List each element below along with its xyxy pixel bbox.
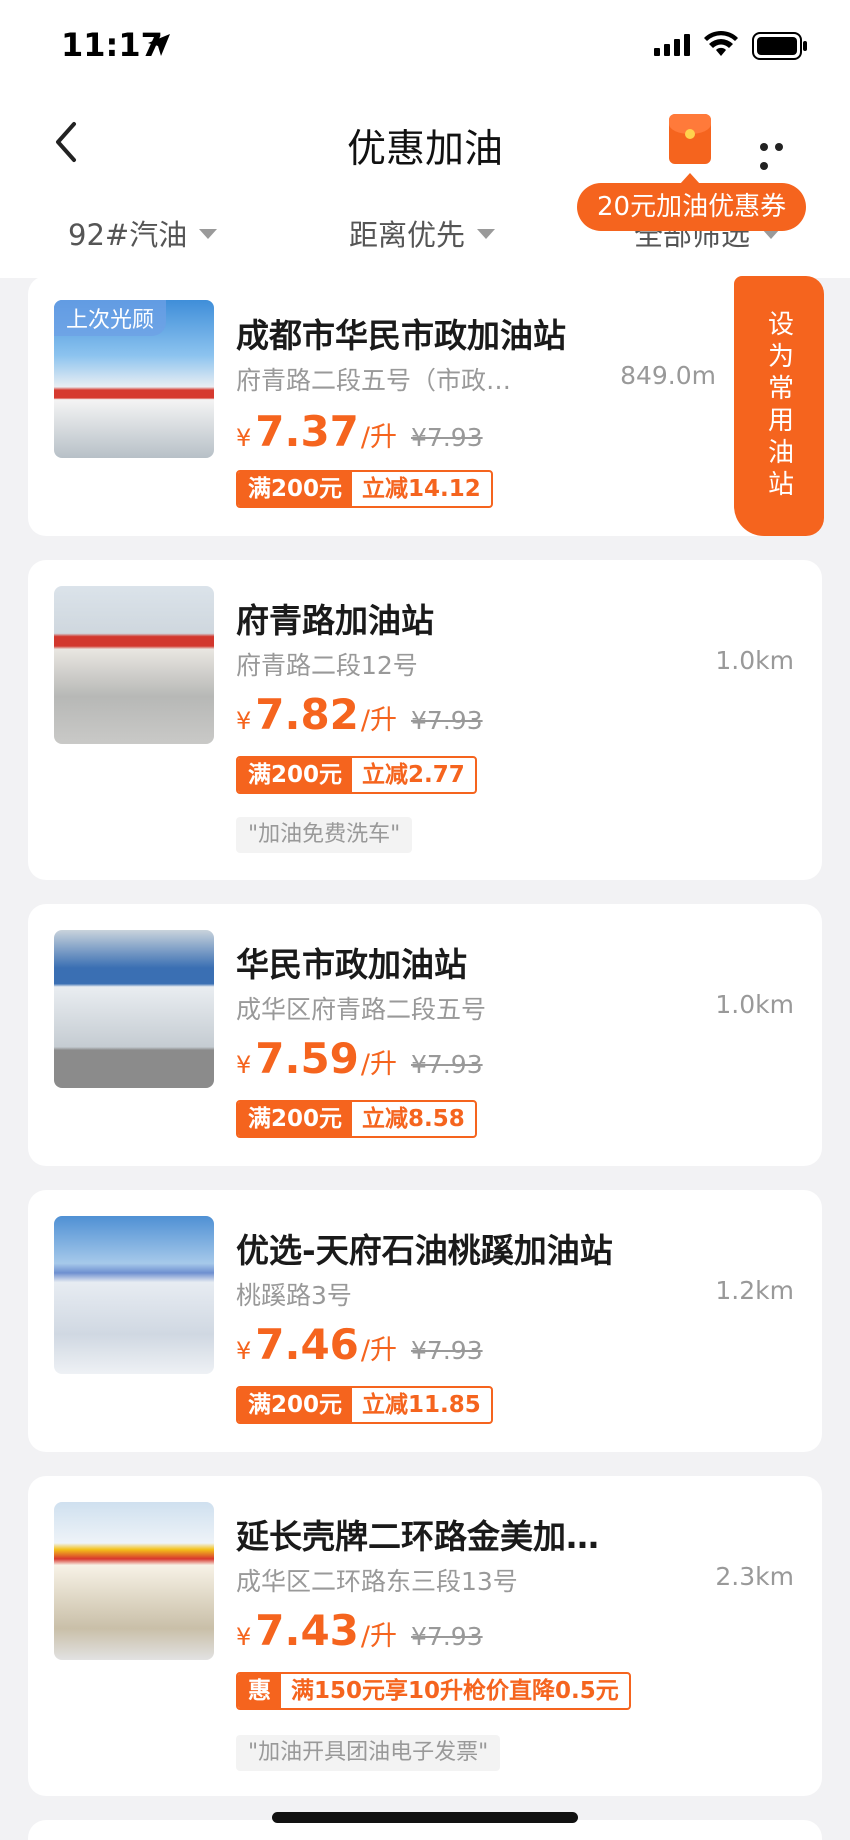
set-favorite-station-button[interactable]: 设为常用油站 bbox=[734, 276, 824, 536]
station-photo bbox=[54, 586, 214, 744]
station-card[interactable]: 优选-天府石油桃蹊加油站 桃蹊路3号 1.2km ¥ 7.46 /升 ¥7.93… bbox=[28, 1190, 822, 1452]
fuel-type-label: 92#汽油 bbox=[68, 218, 188, 252]
price-row: ¥ 7.82 /升 ¥7.93 bbox=[236, 690, 483, 739]
cellular-signal-icon bbox=[654, 34, 690, 56]
price-unit: /升 bbox=[360, 422, 398, 453]
sort-filter[interactable]: 距离优先 bbox=[349, 212, 496, 254]
station-name: 成都市华民市政加油站 bbox=[236, 316, 566, 355]
original-price: ¥7.93 bbox=[411, 1622, 483, 1651]
price-value: 7.82 bbox=[255, 690, 359, 739]
station-address: 府青路二段12号 bbox=[236, 651, 418, 680]
dropdown-triangle-icon bbox=[199, 229, 218, 239]
currency-symbol: ¥ bbox=[236, 1337, 252, 1365]
home-indicator[interactable] bbox=[272, 1812, 578, 1823]
dropdown-triangle-icon bbox=[477, 229, 496, 239]
original-price: ¥7.93 bbox=[411, 1050, 483, 1079]
currency-symbol: ¥ bbox=[236, 707, 252, 735]
promo-tag: 满200元 立减8.58 bbox=[236, 1100, 477, 1138]
promo-condition: 满200元 bbox=[238, 1102, 353, 1136]
battery-icon bbox=[752, 32, 807, 60]
station-distance: 2.3km bbox=[715, 1562, 794, 1591]
station-name: 华民市政加油站 bbox=[236, 945, 467, 984]
promo-tag: 惠 满150元享10升枪价直降0.5元 bbox=[236, 1672, 631, 1710]
original-price: ¥7.93 bbox=[411, 1336, 483, 1365]
price-value: 7.43 bbox=[255, 1606, 359, 1655]
price-unit: /升 bbox=[360, 1621, 398, 1652]
station-photo bbox=[54, 1502, 214, 1660]
station-address: 成华区二环路东三段13号 bbox=[236, 1567, 518, 1596]
currency-symbol: ¥ bbox=[236, 424, 252, 452]
station-card[interactable]: 上次光顾 成都市华民市政加油站 府青路二段五号（市政… 849.0m ¥ 7.3… bbox=[28, 276, 822, 536]
station-card[interactable]: 府青路加油站 府青路二段12号 1.0km ¥ 7.82 /升 ¥7.93 满2… bbox=[28, 560, 822, 880]
price-unit: /升 bbox=[360, 705, 398, 736]
station-name: 优选-天府石油桃蹊加油站 bbox=[236, 1231, 613, 1270]
price-unit: /升 bbox=[360, 1335, 398, 1366]
promo-discount-icon: 惠 bbox=[238, 1674, 281, 1708]
station-address: 府青路二段五号（市政… bbox=[236, 366, 512, 395]
page-title: 优惠加油 bbox=[346, 127, 503, 172]
fuel-type-filter[interactable]: 92#汽油 bbox=[68, 212, 218, 254]
last-visited-badge: 上次光顾 bbox=[54, 300, 167, 336]
station-card[interactable]: 延长壳牌二环路金美加… 成华区二环路东三段13号 2.3km ¥ 7.43 /升… bbox=[28, 1476, 822, 1796]
original-price: ¥7.93 bbox=[411, 706, 483, 735]
service-tag: "加油免费洗车" bbox=[236, 817, 413, 853]
station-card-partial bbox=[28, 1820, 822, 1840]
service-tag: "加油开具团油电子发票" bbox=[236, 1735, 501, 1771]
promo-discount: 立减11.85 bbox=[362, 1392, 481, 1418]
promo-discount: 立减2.77 bbox=[362, 762, 465, 788]
wifi-icon bbox=[704, 30, 738, 56]
navigation-bar: 优惠加油 bbox=[0, 92, 850, 190]
station-distance: 1.0km bbox=[715, 646, 794, 675]
promo-tag: 满200元 立减14.12 bbox=[236, 470, 493, 508]
promo-condition: 满200元 bbox=[238, 758, 353, 792]
station-photo bbox=[54, 1216, 214, 1374]
price-value: 7.37 bbox=[255, 407, 359, 456]
price-row: ¥ 7.37 /升 ¥7.93 bbox=[236, 407, 483, 456]
station-distance: 1.0km bbox=[715, 990, 794, 1019]
price-row: ¥ 7.46 /升 ¥7.93 bbox=[236, 1320, 483, 1369]
station-name: 延长壳牌二环路金美加… bbox=[236, 1517, 599, 1556]
red-packet-icon[interactable] bbox=[669, 114, 711, 164]
promo-condition: 满200元 bbox=[238, 472, 353, 506]
currency-symbol: ¥ bbox=[236, 1051, 252, 1079]
status-bar: 11:17 bbox=[0, 0, 850, 92]
station-address: 桃蹊路3号 bbox=[236, 1281, 352, 1310]
coupon-tooltip[interactable]: 20元加油优惠券 bbox=[577, 173, 807, 231]
promo-discount: 立减14.12 bbox=[362, 476, 481, 502]
currency-symbol: ¥ bbox=[236, 1623, 252, 1651]
station-distance: 849.0m bbox=[620, 361, 716, 390]
location-arrow-icon bbox=[148, 34, 170, 56]
more-options-icon[interactable] bbox=[760, 136, 804, 170]
price-row: ¥ 7.43 /升 ¥7.93 bbox=[236, 1606, 483, 1655]
price-unit: /升 bbox=[360, 1049, 398, 1080]
station-photo: 上次光顾 bbox=[54, 300, 214, 458]
promo-discount: 立减8.58 bbox=[362, 1106, 465, 1132]
station-address: 成华区府青路二段五号 bbox=[236, 995, 487, 1024]
station-photo bbox=[54, 930, 214, 1088]
price-value: 7.46 bbox=[255, 1320, 359, 1369]
promo-discount: 满150元享10升枪价直降0.5元 bbox=[291, 1678, 619, 1704]
price-value: 7.59 bbox=[255, 1034, 359, 1083]
promo-condition: 满200元 bbox=[238, 1388, 353, 1422]
promo-tag: 满200元 立减2.77 bbox=[236, 756, 477, 794]
station-distance: 1.2km bbox=[715, 1276, 794, 1305]
set-favorite-label: 设为常用油站 bbox=[763, 310, 794, 502]
promo-tag: 满200元 立减11.85 bbox=[236, 1386, 493, 1424]
price-row: ¥ 7.59 /升 ¥7.93 bbox=[236, 1034, 483, 1083]
station-card[interactable]: 华民市政加油站 成华区府青路二段五号 1.0km ¥ 7.59 /升 ¥7.93… bbox=[28, 904, 822, 1166]
original-price: ¥7.93 bbox=[411, 423, 483, 452]
station-name: 府青路加油站 bbox=[236, 601, 434, 640]
sort-label: 距离优先 bbox=[349, 218, 466, 252]
